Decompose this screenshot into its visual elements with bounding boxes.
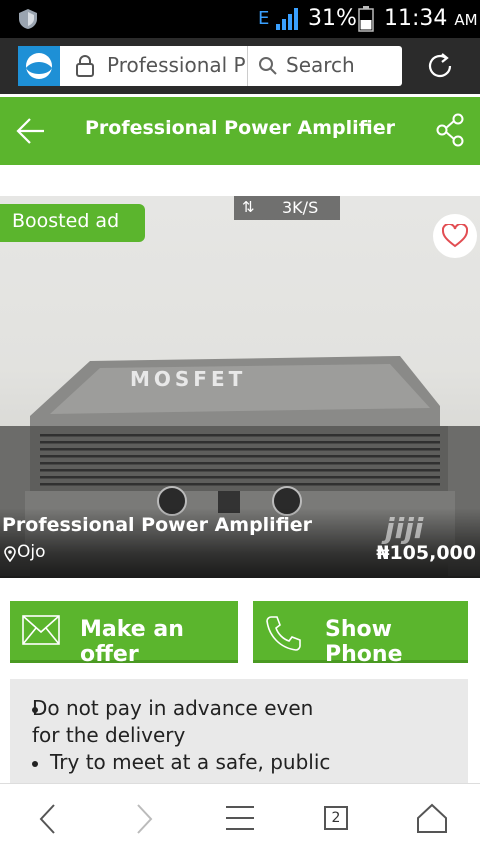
- clock-time: 11:34: [384, 6, 448, 31]
- amplifier-brand-text: MOSFET: [130, 367, 246, 391]
- bullet: [32, 761, 38, 767]
- listing-location: Ojo: [17, 542, 46, 562]
- listing-photo[interactable]: MOSFET Boosted ad ⇅ 3K/S jiji Profession…: [0, 196, 480, 578]
- phone-icon: [266, 616, 301, 651]
- location-pin-icon: [4, 546, 16, 562]
- url-text[interactable]: Professional P: [107, 53, 247, 77]
- refresh-icon[interactable]: [424, 50, 456, 82]
- shield-icon: [19, 9, 37, 29]
- status-bar: E 31% 11:34 AM: [0, 0, 480, 38]
- search-icon[interactable]: [258, 56, 278, 76]
- battery-percent: 31%: [308, 6, 357, 31]
- listing-title: Professional Power Amplifier: [2, 514, 313, 536]
- share-icon[interactable]: [436, 113, 466, 147]
- chevron-left-icon[interactable]: [38, 802, 58, 836]
- divider: [247, 46, 248, 86]
- browser-nav-bar: 2: [0, 783, 480, 854]
- network-type: E: [258, 8, 269, 29]
- clock: 11:34 AM: [384, 6, 478, 31]
- address-bar[interactable]: Professional P Search: [60, 46, 402, 86]
- safety-tip-text: Try to meet at a safe, public: [50, 750, 331, 774]
- app-header: Professional Power Amplifier: [0, 97, 480, 165]
- page-title: Professional Power Amplifier: [84, 117, 396, 139]
- listing-price: ₦105,000: [376, 542, 476, 564]
- battery-icon: [358, 6, 374, 32]
- download-speed-indicator: ⇅ 3K/S: [234, 196, 340, 220]
- clock-ampm: AM: [454, 11, 478, 29]
- show-phone-label: Show Phone: [325, 617, 403, 667]
- safety-tip: Do not pay in advance even for the deliv…: [32, 695, 332, 749]
- safety-tip: Try to meet at a safe, public: [32, 749, 332, 776]
- speed-value: 3K/S: [282, 198, 319, 217]
- bullet: [32, 707, 38, 713]
- browser-logo-icon[interactable]: [18, 46, 60, 86]
- tabs-button[interactable]: 2: [324, 806, 348, 830]
- chevron-right-icon[interactable]: [134, 802, 154, 836]
- lock-icon: [76, 55, 94, 77]
- safety-tips-box: Do not pay in advance even for the deliv…: [10, 679, 468, 789]
- watermark-text: jiji: [385, 512, 424, 545]
- transfer-arrows-icon: ⇅: [242, 198, 255, 216]
- safety-tip-text: Do not pay in advance even for the deliv…: [32, 696, 314, 747]
- search-label[interactable]: Search: [286, 53, 355, 77]
- browser-toolbar: Professional P Search: [0, 38, 480, 94]
- heart-icon: [442, 224, 468, 248]
- safety-tips-list: Do not pay in advance even for the deliv…: [10, 679, 468, 776]
- show-phone-button[interactable]: Show Phone: [253, 601, 468, 667]
- menu-icon[interactable]: [224, 802, 256, 834]
- favorite-button[interactable]: [433, 214, 477, 258]
- make-offer-button[interactable]: Make an offer: [10, 601, 238, 667]
- envelope-icon: [22, 615, 60, 645]
- home-icon[interactable]: [416, 802, 448, 834]
- signal-icon: E: [258, 8, 298, 30]
- make-offer-label: Make an offer: [80, 617, 184, 667]
- boosted-badge: Boosted ad: [0, 204, 145, 242]
